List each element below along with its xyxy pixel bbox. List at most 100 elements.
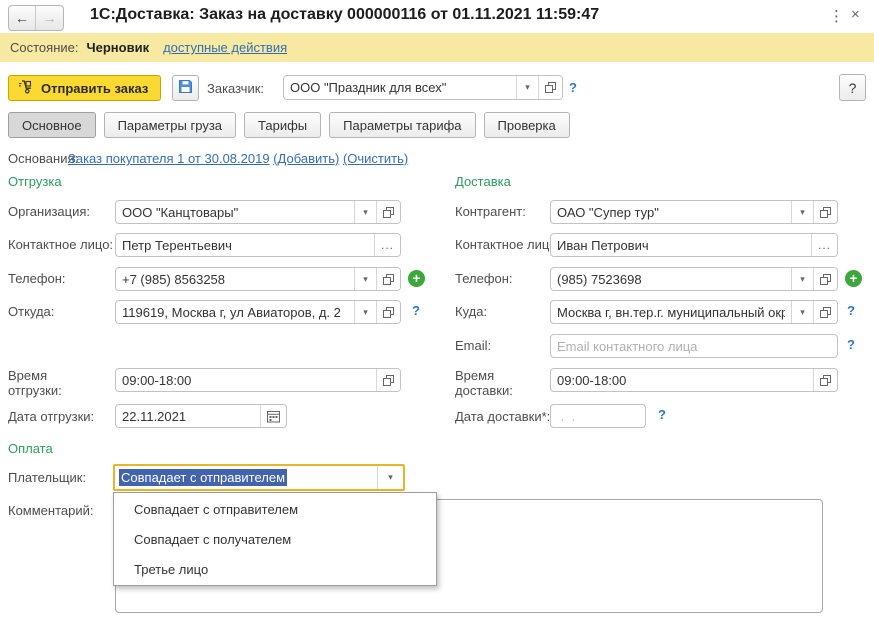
grounds-add-link[interactable]: (Добавить) [273, 151, 339, 166]
ship-date-field[interactable] [115, 404, 287, 428]
del-date-field[interactable] [550, 404, 646, 428]
calendar-icon[interactable] [260, 405, 286, 427]
ship-time-label: Время отгрузки: [8, 368, 62, 398]
open-item-icon[interactable] [376, 268, 400, 290]
shipment-section-header: Отгрузка [8, 174, 62, 189]
chevron-down-icon[interactable]: ▾ [791, 268, 813, 290]
chevron-down-icon[interactable]: ▾ [354, 268, 376, 290]
ship-phone-field[interactable]: ▾ [115, 267, 401, 291]
ship-time-input[interactable] [116, 369, 376, 391]
del-phone-label: Телефон: [455, 271, 513, 286]
organization-input[interactable] [116, 201, 354, 223]
customer-input[interactable] [284, 76, 516, 99]
save-icon [178, 79, 193, 97]
send-order-label: Отправить заказ [41, 80, 149, 96]
forward-icon[interactable]: → [36, 6, 63, 30]
open-item-icon[interactable] [813, 301, 837, 323]
ellipsis-icon[interactable]: ... [811, 234, 837, 256]
ship-date-label: Дата отгрузки: [8, 409, 95, 424]
email-input[interactable] [551, 335, 837, 357]
counterparty-field[interactable]: ▾ [550, 200, 838, 224]
customer-combo[interactable]: ▾ [283, 75, 563, 100]
tab-bar: Основное Параметры груза Тарифы Параметр… [8, 112, 570, 138]
counterparty-input[interactable] [551, 201, 791, 223]
to-address-input[interactable] [551, 301, 791, 323]
payer-combo[interactable]: Совпадает с отправителем ▾ [113, 464, 405, 491]
ship-phone-input[interactable] [116, 268, 354, 290]
tab-check[interactable]: Проверка [483, 112, 570, 138]
chevron-down-icon[interactable]: ▾ [516, 76, 538, 99]
to-address-field[interactable]: ▾ [550, 300, 838, 324]
more-menu-icon[interactable]: ⋮ [829, 7, 844, 25]
grounds-clear-link[interactable]: (Очистить) [343, 151, 408, 166]
open-item-icon[interactable] [813, 201, 837, 223]
payer-option-sender[interactable]: Совпадает с отправителем [114, 495, 436, 525]
payer-dropdown-list: Совпадает с отправителем Совпадает с пол… [113, 492, 437, 586]
open-item-icon[interactable] [813, 268, 837, 290]
chevron-down-icon[interactable]: ▾ [791, 301, 813, 323]
from-label: Откуда: [8, 304, 55, 319]
payer-option-third-party[interactable]: Третье лицо [114, 555, 436, 585]
delivery-section-header: Доставка [455, 174, 511, 189]
page-title: 1С:Доставка: Заказ на доставку 000000116… [90, 6, 600, 23]
from-help-icon[interactable]: ? [412, 303, 420, 318]
email-field[interactable] [550, 334, 838, 358]
organization-field[interactable]: ▾ [115, 200, 401, 224]
chevron-down-icon[interactable]: ▾ [354, 301, 376, 323]
chevron-down-icon[interactable]: ▾ [354, 201, 376, 223]
email-help-icon[interactable]: ? [847, 337, 855, 352]
customer-help-icon[interactable]: ? [569, 80, 577, 95]
tab-tariff-params[interactable]: Параметры тарифа [329, 112, 476, 138]
to-help-icon[interactable]: ? [847, 303, 855, 318]
status-bar: Состояние: Черновик доступные действия [0, 33, 874, 62]
back-icon[interactable]: ← [9, 6, 36, 30]
ship-date-input[interactable] [116, 405, 260, 427]
ship-contact-input[interactable] [116, 234, 374, 256]
payer-selected-value: Совпадает с отправителем [119, 469, 288, 486]
save-button[interactable] [172, 75, 199, 101]
send-order-button[interactable]: Отправить заказ [8, 75, 162, 101]
open-item-icon[interactable] [538, 76, 562, 99]
chevron-down-icon[interactable]: ▾ [377, 466, 403, 489]
del-date-label: Дата доставки*: [455, 409, 551, 424]
open-item-icon[interactable] [376, 301, 400, 323]
available-actions-link[interactable]: доступные действия [163, 40, 287, 55]
close-icon[interactable]: × [851, 6, 860, 23]
del-contact-field[interactable]: ... [550, 233, 838, 257]
tab-tariffs[interactable]: Тарифы [244, 112, 322, 138]
add-phone-icon[interactable]: + [845, 270, 862, 287]
organization-label: Организация: [8, 204, 91, 219]
to-label: Куда: [455, 304, 488, 319]
del-date-input[interactable] [551, 405, 645, 427]
open-item-icon[interactable] [376, 369, 400, 391]
from-address-field[interactable]: ▾ [115, 300, 401, 324]
status-label: Состояние: [10, 40, 79, 55]
ship-time-field[interactable] [115, 368, 401, 392]
delivery-order-window: ← → 1С:Доставка: Заказ на доставку 00000… [0, 0, 874, 627]
chevron-down-icon[interactable]: ▾ [791, 201, 813, 223]
grounds-document-link[interactable]: Заказ покупателя 1 от 30.08.2019 [68, 151, 270, 166]
del-phone-field[interactable]: ▾ [550, 267, 838, 291]
comment-label: Комментарий: [8, 503, 94, 518]
ship-phone-label: Телефон: [8, 271, 66, 286]
payer-option-receiver[interactable]: Совпадает с получателем [114, 525, 436, 555]
counterparty-label: Контрагент: [455, 204, 526, 219]
del-date-help-icon[interactable]: ? [658, 407, 666, 422]
add-phone-icon[interactable]: + [408, 270, 425, 287]
payer-label: Плательщик: [8, 470, 87, 485]
ship-contact-field[interactable]: ... [115, 233, 401, 257]
tab-main[interactable]: Основное [8, 112, 96, 138]
help-button[interactable]: ? [839, 74, 866, 101]
open-item-icon[interactable] [813, 369, 837, 391]
del-time-input[interactable] [551, 369, 813, 391]
ellipsis-icon[interactable]: ... [374, 234, 400, 256]
status-value: Черновик [86, 40, 150, 55]
del-phone-input[interactable] [551, 268, 791, 290]
from-address-input[interactable] [116, 301, 354, 323]
tab-cargo-params[interactable]: Параметры груза [103, 112, 237, 138]
del-contact-input[interactable] [551, 234, 811, 256]
history-nav-group: ← → [8, 5, 64, 31]
del-time-field[interactable] [550, 368, 838, 392]
open-item-icon[interactable] [376, 201, 400, 223]
ship-contact-label: Контактное лицо: [8, 237, 114, 252]
